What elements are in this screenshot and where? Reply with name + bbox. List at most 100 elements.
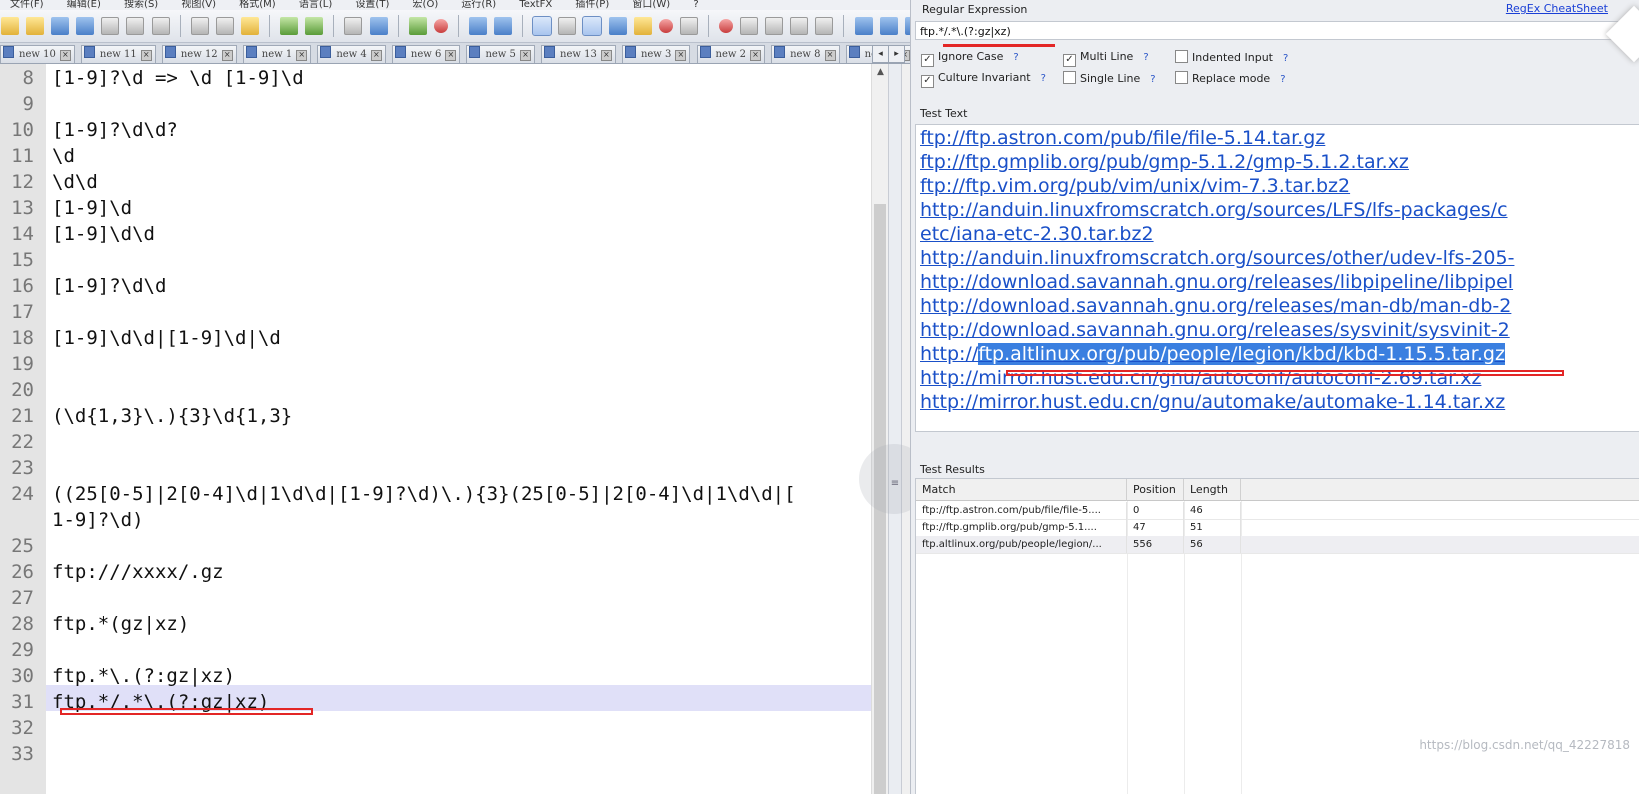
checkbox-unchecked-icon[interactable] bbox=[1175, 71, 1188, 84]
menu-file[interactable]: 文件(F) bbox=[0, 0, 54, 10]
save-all-icon[interactable] bbox=[76, 17, 95, 35]
word-wrap-icon[interactable] bbox=[532, 16, 553, 36]
undo-icon[interactable] bbox=[280, 17, 299, 35]
doc-map-icon[interactable] bbox=[608, 17, 627, 35]
tab-new-4[interactable]: new 4 × bbox=[317, 45, 386, 63]
play-macro-icon[interactable] bbox=[765, 17, 784, 35]
menu-edit[interactable]: 编辑(E) bbox=[57, 0, 111, 10]
scroll-up-icon[interactable]: ▲ bbox=[872, 64, 889, 81]
option-single-line[interactable]: Single Line? bbox=[1063, 71, 1156, 87]
close-all-icon[interactable] bbox=[126, 17, 145, 35]
menu-run[interactable]: 运行(R) bbox=[451, 0, 506, 10]
help-link[interactable]: ? bbox=[1283, 53, 1288, 64]
checkbox-unchecked-icon[interactable] bbox=[1175, 50, 1188, 63]
zoom-in-icon[interactable] bbox=[408, 17, 427, 35]
tab-new-6[interactable]: new 6 × bbox=[391, 45, 461, 63]
close-icon[interactable] bbox=[101, 17, 120, 35]
editor-vertical-scrollbar[interactable]: ▲ bbox=[871, 64, 889, 794]
table-row[interactable]: ftp.altlinux.org/pub/people/legion/... 55… bbox=[916, 536, 1639, 554]
tab-close-icon[interactable]: × bbox=[445, 50, 457, 61]
tab-new-3[interactable]: new 3 × bbox=[621, 45, 691, 63]
folder-workspace-icon[interactable] bbox=[658, 19, 673, 33]
help-link[interactable]: ? bbox=[1041, 73, 1046, 84]
menu-settings[interactable]: 设置(T) bbox=[345, 0, 399, 10]
menu-macro[interactable]: 宏(O) bbox=[403, 0, 449, 10]
save-macro-icon[interactable] bbox=[815, 17, 834, 35]
tab-close-icon[interactable]: × bbox=[675, 50, 687, 61]
test-text-area[interactable]: ftp://ftp.astron.com/pub/file/file-5.14.… bbox=[915, 124, 1639, 432]
menu-plugins[interactable]: 插件(P) bbox=[565, 0, 619, 10]
tab-scroll-left-icon[interactable]: ◂ bbox=[872, 45, 889, 63]
checkbox-checked-icon[interactable]: ✓ bbox=[921, 75, 934, 88]
checkbox-checked-icon[interactable]: ✓ bbox=[1063, 54, 1076, 67]
checkbox-unchecked-icon[interactable] bbox=[1063, 71, 1076, 84]
tab-close-icon[interactable]: × bbox=[600, 50, 612, 61]
tab-close-icon[interactable]: × bbox=[370, 50, 382, 61]
stop-macro-icon[interactable] bbox=[740, 17, 759, 35]
menu-format[interactable]: 格式(M) bbox=[229, 0, 285, 10]
tab-new-11[interactable]: new 11 × bbox=[80, 45, 156, 63]
table-row[interactable]: ftp://ftp.gmplib.org/pub/gmp-5.1.... 47 51 bbox=[916, 519, 1639, 537]
tab-close-icon[interactable]: × bbox=[296, 50, 308, 61]
menu-textfx[interactable]: TextFX bbox=[509, 0, 562, 10]
sync-vertical-icon[interactable] bbox=[468, 17, 487, 35]
tab-new-13[interactable]: new 13 × bbox=[541, 45, 616, 63]
menu-help[interactable]: ? bbox=[683, 0, 708, 10]
help-link[interactable]: ? bbox=[1143, 52, 1148, 63]
open-file-icon[interactable] bbox=[26, 17, 45, 35]
record-macro-icon[interactable] bbox=[719, 19, 733, 33]
help-link[interactable]: ? bbox=[1013, 52, 1018, 63]
new-file-icon[interactable] bbox=[1, 17, 19, 35]
option-ignore-case[interactable]: ✓ Ignore Case? bbox=[921, 50, 1019, 67]
sync-horizontal-icon[interactable] bbox=[494, 17, 513, 35]
help-link[interactable]: ? bbox=[1150, 74, 1155, 85]
option-multi-line[interactable]: ✓ Multi Line? bbox=[1063, 50, 1149, 67]
cheatsheet-link[interactable]: RegEx CheatSheet bbox=[1506, 2, 1608, 15]
menu-view[interactable]: 视图(V) bbox=[171, 0, 226, 10]
checkbox-checked-icon[interactable]: ✓ bbox=[921, 54, 934, 67]
tab-close-icon[interactable]: × bbox=[221, 50, 233, 61]
column-header-match[interactable]: Match bbox=[916, 479, 1127, 501]
find-icon[interactable] bbox=[344, 17, 363, 35]
plugin-icon-1[interactable] bbox=[854, 17, 873, 35]
plugin-icon-2[interactable] bbox=[879, 17, 898, 35]
tab-new-8[interactable]: new 8 × bbox=[771, 45, 840, 63]
help-link[interactable]: ? bbox=[1280, 74, 1285, 85]
show-all-chars-icon[interactable] bbox=[558, 17, 577, 35]
menu-language[interactable]: 语言(L) bbox=[289, 0, 342, 10]
menu-window[interactable]: 窗口(W) bbox=[622, 0, 680, 10]
function-list-icon[interactable] bbox=[633, 17, 652, 35]
cut-icon[interactable] bbox=[190, 17, 209, 35]
column-header-length[interactable]: Length bbox=[1184, 479, 1241, 501]
code-editor[interactable]: 8 9 10 11 12 13 14 15 16 17 18 19 20 21 22 23 24 25 26 27 28… bbox=[0, 64, 895, 794]
tab-close-icon[interactable]: × bbox=[824, 50, 836, 61]
tab-new-1[interactable]: new 1 × bbox=[242, 45, 312, 63]
tab-scroll-right-icon[interactable]: ▸ bbox=[888, 45, 905, 63]
paste-icon[interactable] bbox=[240, 17, 259, 35]
tab-new-12[interactable]: new 12 × bbox=[161, 45, 237, 63]
run-macro-multiple-icon[interactable] bbox=[790, 17, 809, 35]
menu-search[interactable]: 搜索(S) bbox=[114, 0, 168, 10]
tab-new-5[interactable]: new 5 × bbox=[466, 45, 535, 63]
table-row[interactable]: ftp://ftp.astron.com/pub/file/file-5....… bbox=[916, 502, 1639, 520]
tab-close-icon[interactable]: × bbox=[749, 50, 761, 61]
print-icon[interactable] bbox=[151, 17, 170, 35]
indent-guide-icon[interactable] bbox=[582, 16, 603, 36]
tab-close-icon[interactable]: × bbox=[140, 50, 152, 61]
redo-icon[interactable] bbox=[305, 17, 324, 35]
replace-icon[interactable] bbox=[369, 17, 388, 35]
save-icon[interactable] bbox=[51, 17, 70, 35]
splitter-grip-icon[interactable]: ≡ bbox=[889, 479, 901, 489]
tab-new-10[interactable]: new 10 × bbox=[0, 45, 75, 63]
copy-icon[interactable] bbox=[215, 17, 234, 35]
tab-close-icon[interactable]: × bbox=[59, 50, 71, 61]
option-indented-input[interactable]: Indented Input? bbox=[1175, 50, 1288, 66]
monitor-icon[interactable] bbox=[679, 17, 698, 35]
column-header-position[interactable]: Position bbox=[1127, 479, 1184, 501]
option-replace-mode[interactable]: Replace mode? bbox=[1175, 71, 1286, 87]
pane-splitter[interactable]: ≡ bbox=[859, 64, 929, 794]
option-culture-invariant[interactable]: ✓ Culture Invariant? bbox=[921, 71, 1046, 88]
tab-close-icon[interactable]: × bbox=[519, 50, 531, 61]
regex-input[interactable]: ftp.*/.*\.(?:gz|xz) bbox=[915, 21, 1630, 40]
zoom-out-icon[interactable] bbox=[433, 19, 448, 33]
